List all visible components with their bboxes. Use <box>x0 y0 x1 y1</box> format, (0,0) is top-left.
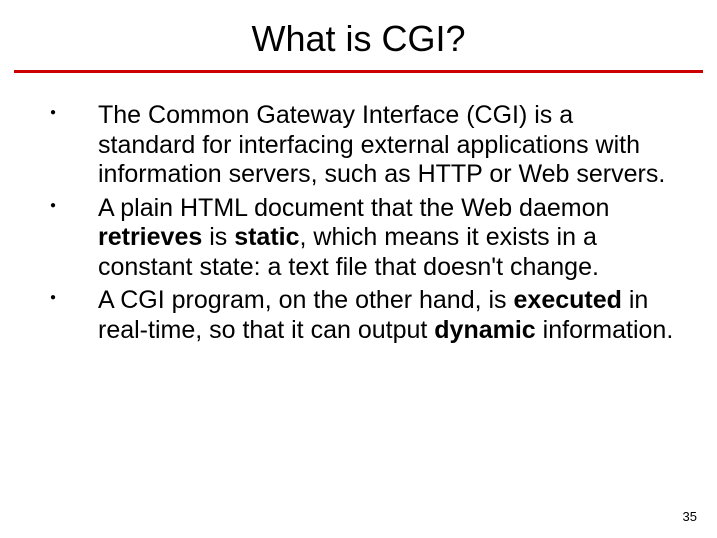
bullet-text: A CGI program, on the other hand, is <box>98 286 514 314</box>
bullet-bold: dynamic <box>434 316 535 344</box>
bullet-bold: static <box>234 223 299 251</box>
bullet-list: The Common Gateway Interface (CGI) is a … <box>40 101 677 345</box>
page-number: 35 <box>683 509 697 524</box>
list-item: The Common Gateway Interface (CGI) is a … <box>40 101 677 190</box>
bullet-bold: executed <box>514 286 622 314</box>
slide-title: What is CGI? <box>0 0 717 70</box>
list-item: A plain HTML document that the Web daemo… <box>40 194 677 283</box>
bullet-text: A plain HTML document that the Web daemo… <box>98 194 609 222</box>
bullet-text: is <box>202 223 234 251</box>
bullet-text: information. <box>536 316 674 344</box>
list-item: A CGI program, on the other hand, is exe… <box>40 286 677 345</box>
slide: What is CGI? The Common Gateway Interfac… <box>0 0 717 538</box>
slide-body: The Common Gateway Interface (CGI) is a … <box>0 73 717 345</box>
bullet-text: The Common Gateway Interface (CGI) is a … <box>98 101 665 188</box>
bullet-bold: retrieves <box>98 223 202 251</box>
